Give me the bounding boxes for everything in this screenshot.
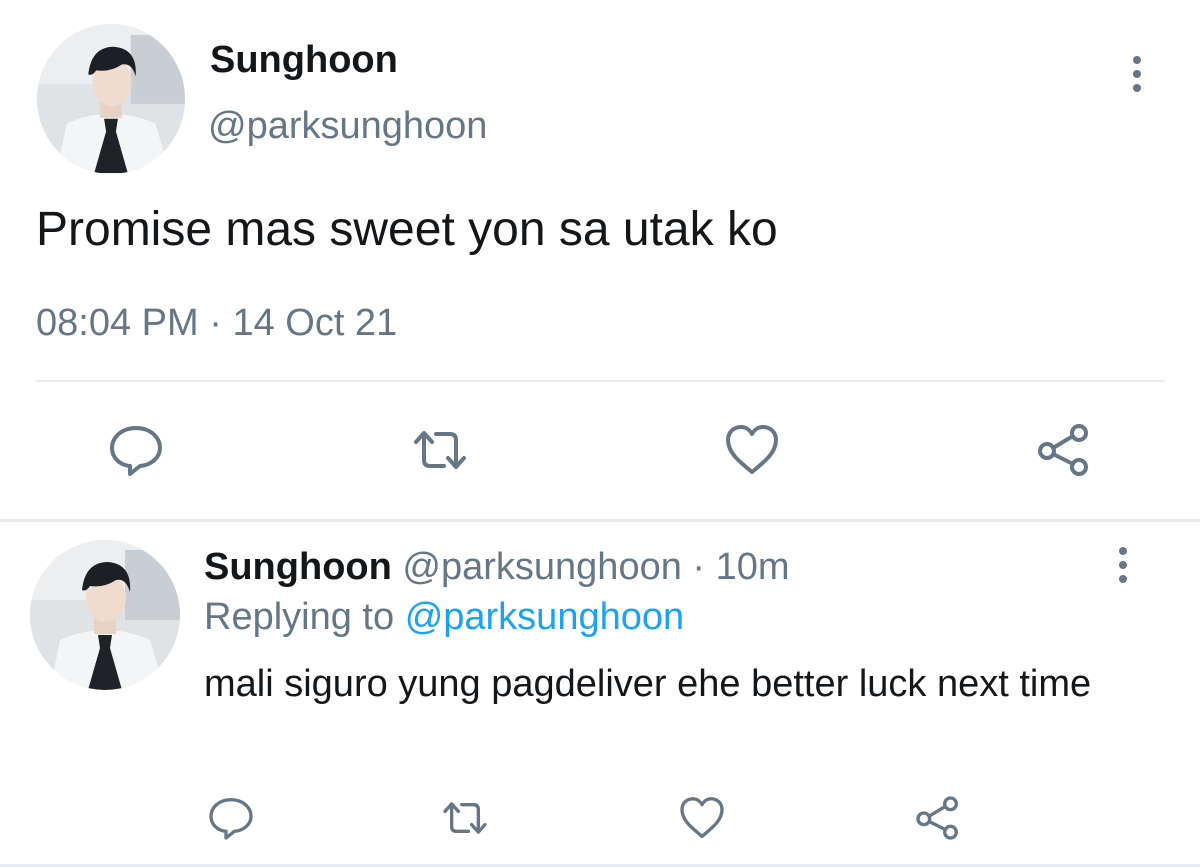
reply-icon[interactable] [206,793,256,843]
replying-to-label: Replying to [204,596,395,638]
reply-author-name[interactable]: Sunghoon [204,546,392,588]
avatar-image [37,25,185,173]
meta-separator: · [692,546,706,588]
like-icon[interactable] [677,793,727,843]
replying-to-mention[interactable]: @parksunghoon [405,596,684,638]
share-icon[interactable] [913,793,963,843]
tweet-time: 08:04 PM [36,302,199,344]
more-options-icon[interactable] [1108,545,1138,585]
retweet-icon[interactable] [440,793,490,843]
avatar-image [30,540,180,690]
reply-author-avatar[interactable] [30,540,180,690]
section-divider [0,519,1200,522]
like-icon[interactable] [722,420,782,480]
reply-icon[interactable] [106,420,166,480]
author-handle[interactable]: @parksunghoon [208,104,487,148]
author-avatar[interactable] [37,24,185,174]
reply-time-ago[interactable]: 10m [716,546,790,588]
divider [36,380,1165,382]
tweet-text: Promise mas sweet yon sa utak ko [36,203,778,256]
reply-author-handle[interactable]: @parksunghoon [402,546,681,588]
author-name[interactable]: Sunghoon [210,38,398,82]
more-options-icon[interactable] [1122,54,1152,94]
retweet-icon[interactable] [410,420,470,480]
meta-separator: · [209,302,222,344]
replying-to-context: Replying to @parksunghoon [204,594,684,640]
tweet-timestamp: 08:04 PM · 14 Oct 21 [36,300,397,346]
reply-header: Sunghoon @parksunghoon · 10m [204,544,790,590]
tweet-date[interactable]: 14 Oct 21 [232,302,397,344]
reply-text: mali siguro yung pagdeliver ehe better l… [204,663,1092,705]
share-icon[interactable] [1034,420,1094,480]
